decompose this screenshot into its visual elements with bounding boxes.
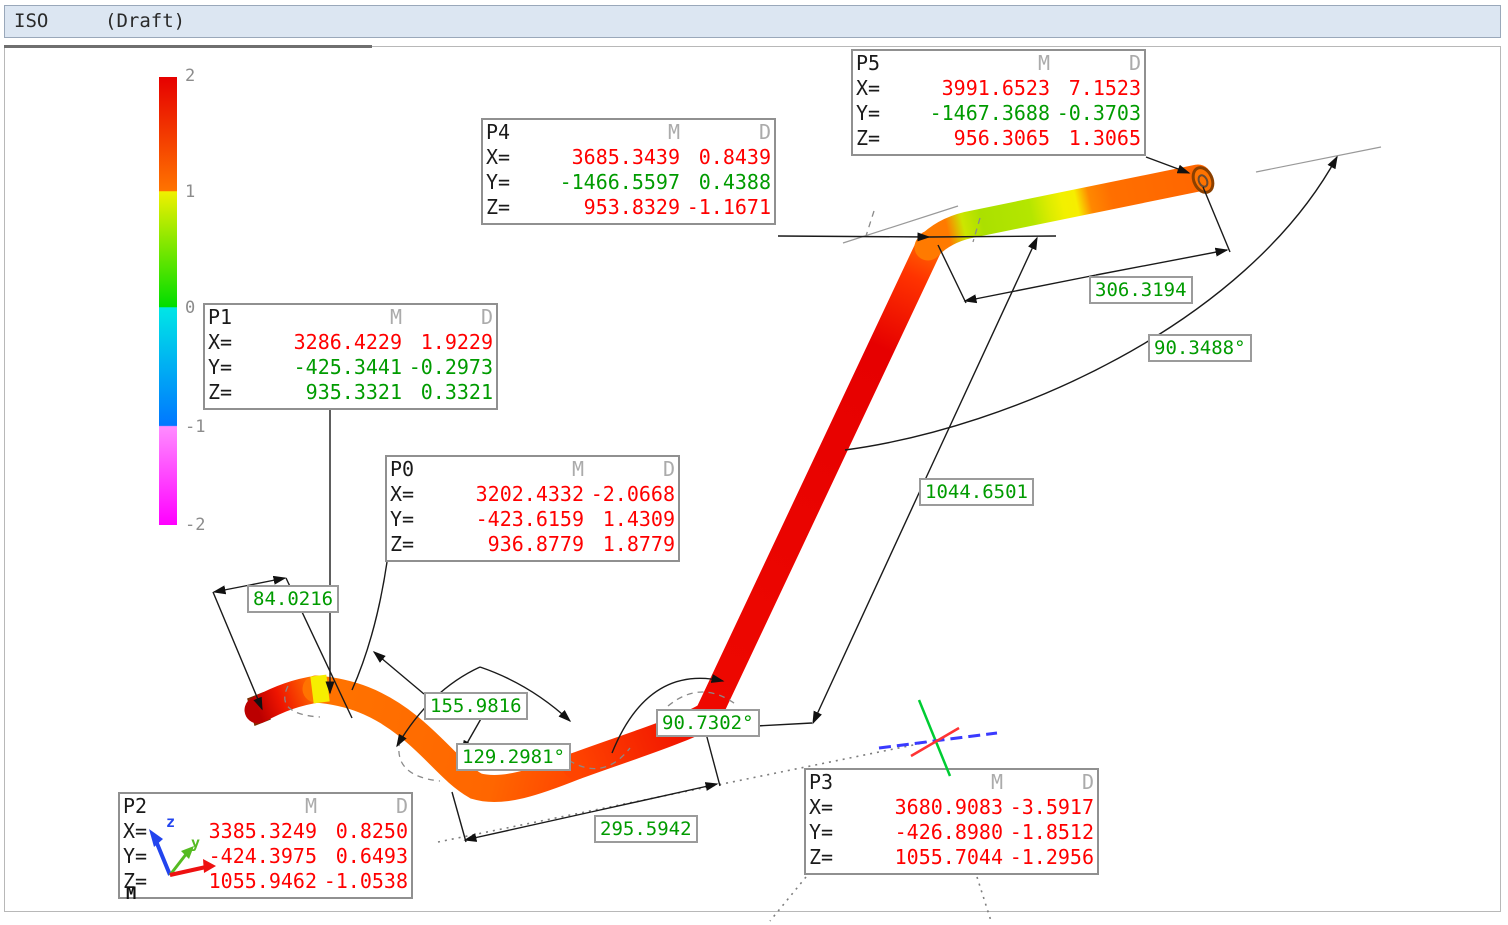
scale-tick-m1: -1 (185, 417, 225, 437)
coordinate-row: Y=-1466.55970.4388 (483, 170, 774, 195)
point-box-p3[interactable]: P3MD X=3680.9083-3.5917 Y=-426.8980-1.85… (804, 768, 1099, 875)
coordinate-row: X=3991.65237.1523 (853, 76, 1144, 101)
point-id: P2 (123, 794, 171, 819)
coordinate-row: Z=935.33210.3321 (205, 380, 496, 405)
coordinate-row: Y=-424.39750.6493 (120, 844, 411, 869)
coordinate-row: X=3680.9083-3.5917 (806, 795, 1097, 820)
coordinate-row: Z=1055.7044-1.2956 (806, 845, 1097, 870)
coordinate-row: X=3685.34390.8439 (483, 145, 774, 170)
point-box-p1[interactable]: P1MD X=3286.42291.9229 Y=-425.3441-0.297… (203, 303, 498, 410)
coordinate-row: Z=1055.9462-1.0538 (120, 869, 411, 894)
column-header-m: M (171, 794, 331, 819)
dimension-label[interactable]: 1044.6501 (919, 478, 1034, 506)
coordinate-row: Y=-426.8980-1.8512 (806, 820, 1097, 845)
column-header-d: D (416, 305, 493, 330)
column-header-m: M (857, 770, 1017, 795)
point-box-p2[interactable]: P2MD X=3385.32490.8250 Y=-424.39750.6493… (118, 792, 413, 899)
point-box-p4[interactable]: P4MD X=3685.34390.8439 Y=-1466.55970.438… (481, 118, 776, 225)
column-header-m: M (438, 457, 598, 482)
column-header-m: M (534, 120, 694, 145)
dimension-label[interactable]: 84.0216 (247, 585, 339, 613)
dimension-label[interactable]: 295.5942 (594, 815, 698, 843)
tube-yellow-band (312, 688, 328, 690)
point-id: P4 (486, 120, 534, 145)
point-id: P1 (208, 305, 256, 330)
dimension-label[interactable]: 90.7302° (656, 709, 760, 737)
coordinate-row: X=3385.32490.8250 (120, 819, 411, 844)
scale-tick-2: 2 (185, 66, 225, 86)
axis-z-label: z (166, 813, 175, 831)
scale-tick-1: 1 (185, 182, 225, 202)
cad-measurement-window: ISO (Draft) (0, 0, 1508, 925)
coordinate-row: Z=953.8329-1.1671 (483, 195, 774, 220)
coordinate-row: Z=936.87791.8779 (387, 532, 678, 557)
dimension-label[interactable]: 306.3194 (1089, 276, 1193, 304)
dimension-label[interactable]: 129.2981° (456, 743, 571, 771)
point-id: P3 (809, 770, 857, 795)
dimension-lines (213, 157, 1337, 842)
dimension-label[interactable]: 90.3488° (1148, 334, 1252, 362)
point-id: P0 (390, 457, 438, 482)
coordinate-row: Y=-425.3441-0.2973 (205, 355, 496, 380)
column-header-d: D (598, 457, 675, 482)
coordinate-row: Z=956.30651.3065 (853, 126, 1144, 151)
column-header-d: D (1064, 51, 1141, 76)
column-header-d: D (694, 120, 771, 145)
column-header-m: M (904, 51, 1064, 76)
column-header-d: D (331, 794, 408, 819)
coordinate-row: Y=-423.61591.4309 (387, 507, 678, 532)
deviation-color-scale (159, 77, 177, 525)
column-header-m: M (256, 305, 416, 330)
point-id: P5 (856, 51, 904, 76)
coordinate-row: X=3286.42291.9229 (205, 330, 496, 355)
point-box-p0[interactable]: P0MD X=3202.4332-2.0668 Y=-423.61591.430… (385, 455, 680, 562)
scale-tick-m2: -2 (185, 515, 225, 535)
datum-origin-label: M (126, 884, 136, 904)
coordinate-row: Y=-1467.3688-0.3703 (853, 101, 1144, 126)
dimension-label[interactable]: 155.9816 (424, 692, 528, 720)
column-header-d: D (1017, 770, 1094, 795)
coordinate-row: X=3202.4332-2.0668 (387, 482, 678, 507)
point-box-p5[interactable]: P5MD X=3991.65237.1523 Y=-1467.3688-0.37… (851, 49, 1146, 156)
axis-y-label: y (191, 834, 200, 852)
